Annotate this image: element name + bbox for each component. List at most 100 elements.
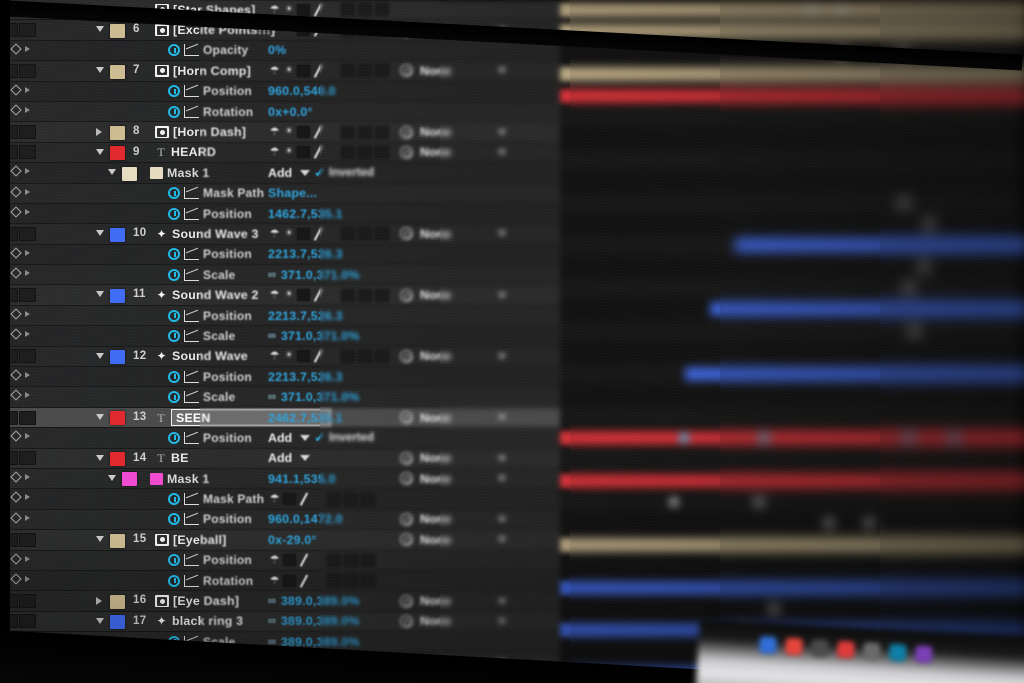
parent-value[interactable]: None — [420, 614, 440, 628]
graph-editor-icon[interactable] — [184, 207, 199, 220]
property-row[interactable]: Position2213.7,526.3 — [320, 244, 440, 266]
timeline-row[interactable] — [570, 43, 720, 65]
layer-switches[interactable]: ☂☀ — [320, 349, 389, 363]
parent-column[interactable]: None — [440, 408, 506, 427]
layer-name-cell[interactable]: Position — [168, 306, 200, 325]
property-value[interactable]: 2213.7,526.3 — [268, 370, 320, 384]
property-row[interactable]: Position2213.7,526.3 — [570, 244, 720, 266]
av-features-gutter[interactable] — [0, 163, 92, 182]
property-row[interactable]: Rotation☂ — [720, 570, 880, 592]
timeline-row[interactable] — [570, 320, 720, 343]
layer-name-cell[interactable]: Position — [168, 245, 200, 264]
layer-row[interactable]: 9THEARD☂☀None — [200, 142, 320, 164]
eye-icon[interactable] — [38, 614, 55, 628]
parent-value[interactable]: None — [440, 288, 451, 302]
layer-row[interactable]: 16[Eye Dash]∞389.0,389.0%None — [570, 591, 720, 612]
switch-box[interactable] — [375, 64, 389, 78]
graph-editor-icon[interactable] — [184, 635, 199, 648]
previous-keyframe-icon[interactable] — [2, 168, 7, 175]
timeline-row[interactable] — [720, 363, 880, 386]
layer-row[interactable]: 8[Horn Dash]☂☀None — [880, 122, 1024, 143]
keyframe-navigator[interactable] — [2, 552, 30, 565]
layer-switches[interactable]: ☂☀ — [268, 227, 320, 240]
layer-name-cell[interactable]: Mask Path — [200, 184, 264, 203]
layer-name-cell[interactable]: Scale — [168, 673, 200, 683]
blend-mode-icon[interactable]: ☂ — [268, 493, 281, 505]
layer-row[interactable]: 11✦Sound Wave 2☂☀None — [720, 285, 880, 306]
parent-column[interactable]: None — [440, 122, 506, 141]
timeline-row[interactable] — [720, 577, 880, 599]
av-features-gutter[interactable] — [0, 326, 92, 345]
property-value-cell[interactable]: Add✓Inverted — [320, 163, 374, 182]
property-value-cell[interactable]: ∞389.0,389.0% — [268, 653, 320, 672]
av-toggle-box[interactable] — [1, 532, 18, 547]
timeline-row[interactable] — [570, 257, 720, 279]
parent-column[interactable]: None — [400, 408, 440, 427]
mask-mode-label[interactable]: Add — [268, 451, 292, 465]
property-value[interactable]: 371.0,371.0% — [281, 390, 320, 404]
layer-name-cell[interactable]: Mask 1 — [200, 469, 210, 488]
layer-row[interactable]: 17✦black ring 3∞389.0,389.0%None — [0, 611, 200, 633]
layer-row[interactable]: 11✦Sound Wave 2☂☀None — [570, 285, 720, 306]
property-value-cell[interactable]: 1462.7,535.1 — [268, 204, 320, 223]
switch-box[interactable] — [341, 349, 355, 363]
keyframe-navigator[interactable] — [2, 43, 30, 55]
property-value-cell[interactable]: ∞389.0,389.0% — [320, 653, 360, 672]
layer-row[interactable]: 16[Eye Dash]∞389.0,389.0%None — [200, 591, 320, 612]
layer-row[interactable]: 13TSEEN2462.7,535.1None — [200, 407, 320, 429]
eye-icon[interactable] — [38, 411, 55, 425]
layer-row[interactable]: 10✦Sound Wave 3☂☀None — [440, 224, 570, 245]
parent-column[interactable]: None — [440, 224, 506, 243]
property-row[interactable]: Position1462.7,535.1 — [0, 203, 200, 225]
effects-switch[interactable] — [320, 228, 325, 240]
timeline-graph-area[interactable] — [720, 0, 880, 683]
graph-editor-icon[interactable] — [184, 85, 199, 98]
graph-editor-icon[interactable] — [184, 431, 199, 444]
pickwhip-icon[interactable] — [400, 23, 413, 37]
property-row[interactable]: PositionAdd✓Inverted — [320, 428, 440, 449]
quality-switch[interactable] — [283, 554, 296, 567]
graph-editor-icon[interactable] — [184, 676, 199, 683]
property-value-cell[interactable]: ∞389.0,389.0% — [268, 612, 320, 631]
layer-duration-bar[interactable] — [685, 366, 720, 381]
property-value[interactable]: 2462.7,535.1 — [320, 411, 343, 425]
property-value[interactable]: 0% — [268, 43, 286, 57]
layer-name-cell[interactable]: ✦ black ring 2 — [155, 653, 200, 672]
timeline-row[interactable] — [570, 299, 720, 321]
parent-value[interactable]: None — [440, 594, 451, 608]
timeline-row[interactable] — [560, 128, 570, 150]
property-row[interactable]: Scale∞389.0,389.0% — [320, 632, 440, 653]
keyframe-diamond-icon[interactable] — [10, 552, 22, 565]
keyframe-marker[interactable] — [823, 517, 835, 530]
layer-row[interactable]: 6[Excite Points!!!]☂☀None — [570, 20, 720, 41]
layer-name-cell[interactable]: Position — [200, 551, 252, 570]
timeline-row[interactable] — [720, 320, 880, 343]
timeline-row[interactable] — [560, 106, 570, 129]
layer-name-cell[interactable]: ✦Sound Wave 2 — [200, 285, 259, 304]
parent-value[interactable]: None — [440, 472, 451, 486]
chevron-down-icon[interactable] — [300, 455, 311, 462]
timeline-row[interactable] — [560, 620, 570, 642]
timeline-row[interactable] — [570, 235, 720, 257]
switch-box[interactable] — [361, 553, 375, 567]
next-keyframe-icon[interactable] — [25, 514, 30, 521]
eye-icon[interactable] — [38, 145, 55, 159]
layer-name-cell[interactable]: Position — [200, 204, 252, 223]
property-value[interactable]: 960.0,1472.0 — [268, 512, 320, 526]
effects-switch[interactable] — [320, 4, 325, 16]
switch-box[interactable] — [358, 349, 372, 363]
property-value[interactable]: 371.0,371.0% — [281, 268, 320, 282]
parent-value[interactable]: None — [420, 64, 440, 78]
property-row[interactable]: Position☂ — [440, 550, 570, 571]
previous-keyframe-icon[interactable] — [2, 575, 7, 582]
graph-editor-icon[interactable] — [184, 513, 199, 526]
property-value-cell[interactable]: ☂☀ — [320, 143, 389, 162]
keyframe-marker[interactable] — [836, 4, 848, 16]
motion-blur-icon[interactable]: ☀ — [283, 24, 295, 36]
layer-name-cell[interactable]: [Eye Dash] — [200, 591, 239, 610]
property-row[interactable]: Rotation0x+0.0° — [880, 101, 1024, 123]
effects-switch[interactable] — [320, 350, 325, 362]
property-value[interactable]: 389.0,389.0% — [281, 614, 320, 628]
timeline-row[interactable] — [720, 406, 880, 428]
layer-label-color[interactable] — [110, 125, 125, 140]
